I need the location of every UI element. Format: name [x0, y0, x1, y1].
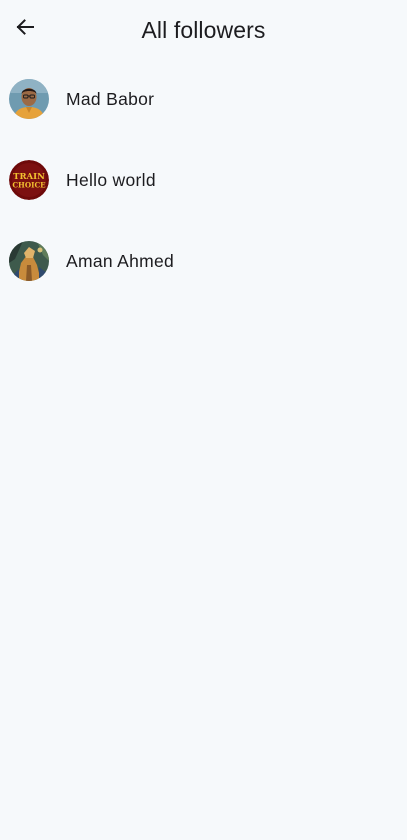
app-bar: All followers: [0, 0, 407, 60]
follower-name: Mad Babor: [66, 89, 155, 109]
avatar[interactable]: [9, 79, 49, 119]
follower-item[interactable]: Mad Babor: [0, 59, 407, 140]
svg-text:CHOICE: CHOICE: [12, 181, 46, 190]
follower-item[interactable]: TRAIN CHOICE Hello world: [0, 140, 407, 221]
follower-name: Hello world: [66, 170, 156, 190]
avatar[interactable]: [9, 241, 49, 281]
followers-list: Mad Babor TRAIN CHOICE Hello world Aman …: [0, 59, 407, 302]
follower-item[interactable]: Aman Ahmed: [0, 221, 407, 302]
page-title: All followers: [141, 17, 266, 43]
avatar[interactable]: TRAIN CHOICE: [9, 160, 49, 200]
follower-name: Aman Ahmed: [66, 251, 175, 271]
